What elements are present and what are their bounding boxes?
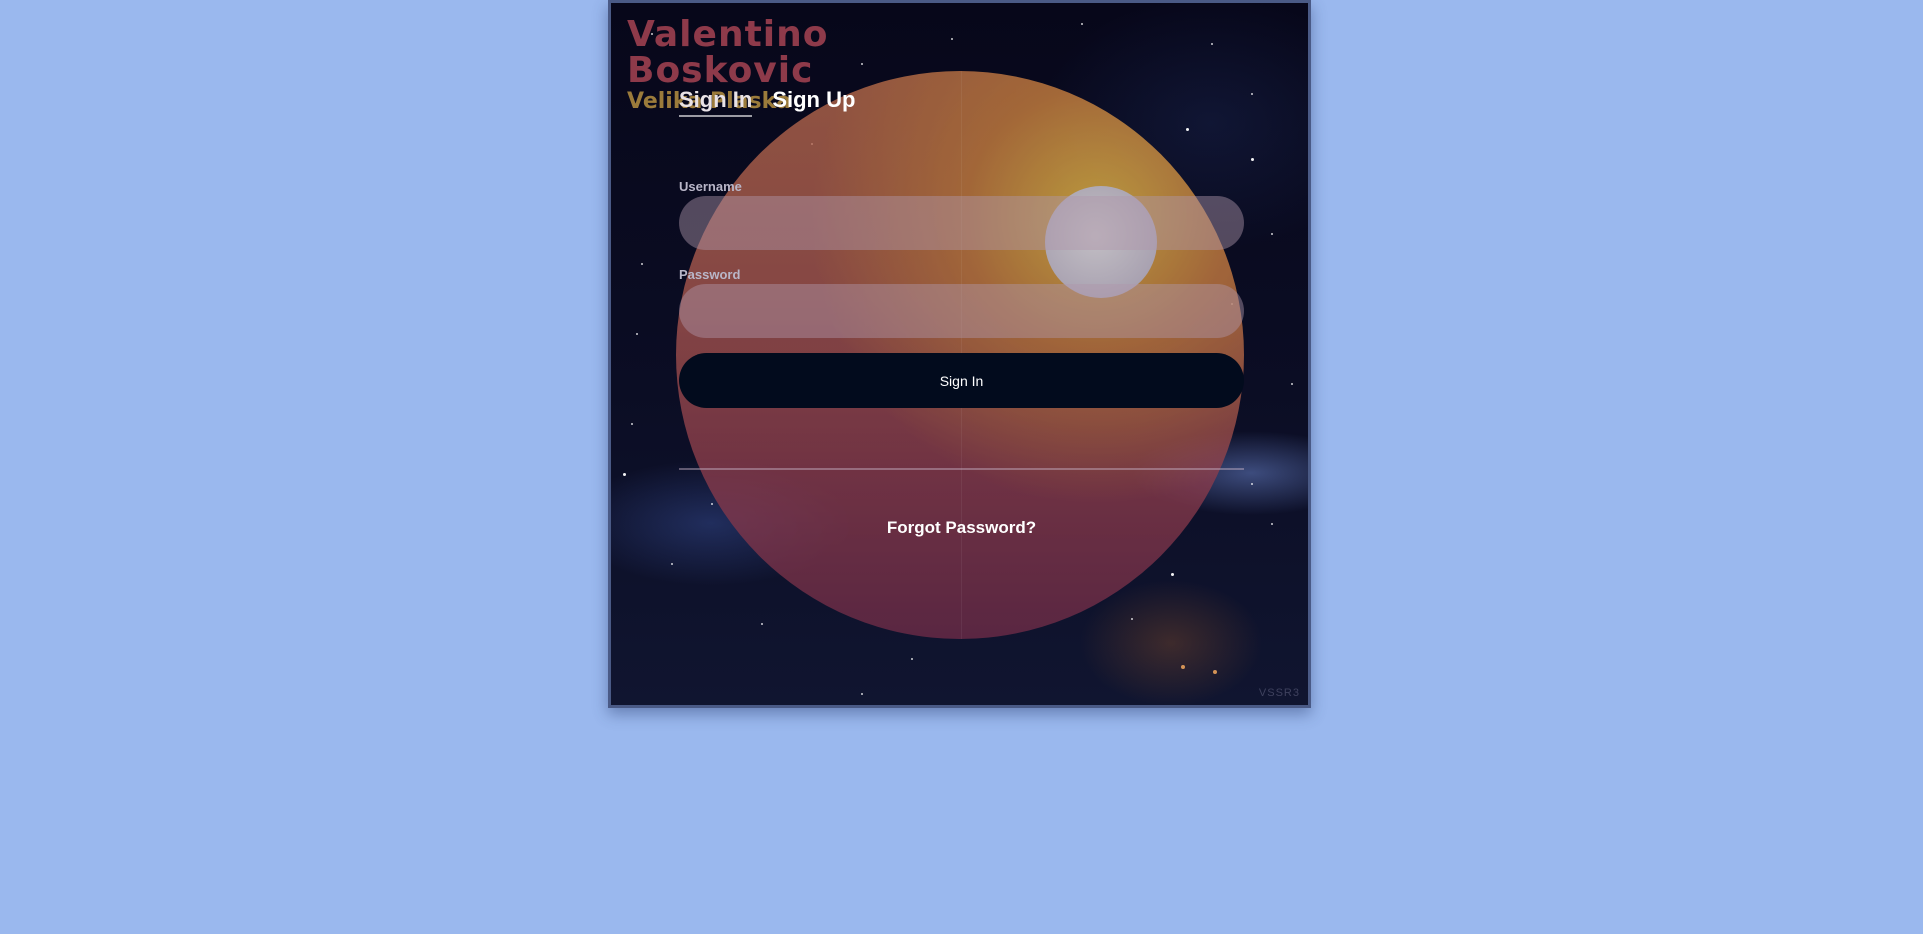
watermark-text: VSSR3 <box>1258 687 1300 699</box>
divider <box>679 468 1244 470</box>
password-label: Password <box>679 267 741 282</box>
username-input[interactable] <box>679 196 1244 250</box>
password-input[interactable] <box>679 284 1244 338</box>
tab-sign-in[interactable]: Sign In <box>679 87 753 117</box>
tab-sign-up[interactable]: Sign Up <box>772 87 855 117</box>
login-panel: Valentino Boskovic Velika Plaska Sign In… <box>608 0 1311 708</box>
sign-in-button[interactable]: Sign In <box>679 353 1244 408</box>
brand-first-name: Valentino <box>627 14 829 55</box>
forgot-password-link[interactable]: Forgot Password? <box>679 518 1244 538</box>
brand-last-name: Boskovic <box>627 50 814 91</box>
username-label: Username <box>679 179 742 194</box>
auth-tabs: Sign In Sign Up <box>679 87 855 117</box>
